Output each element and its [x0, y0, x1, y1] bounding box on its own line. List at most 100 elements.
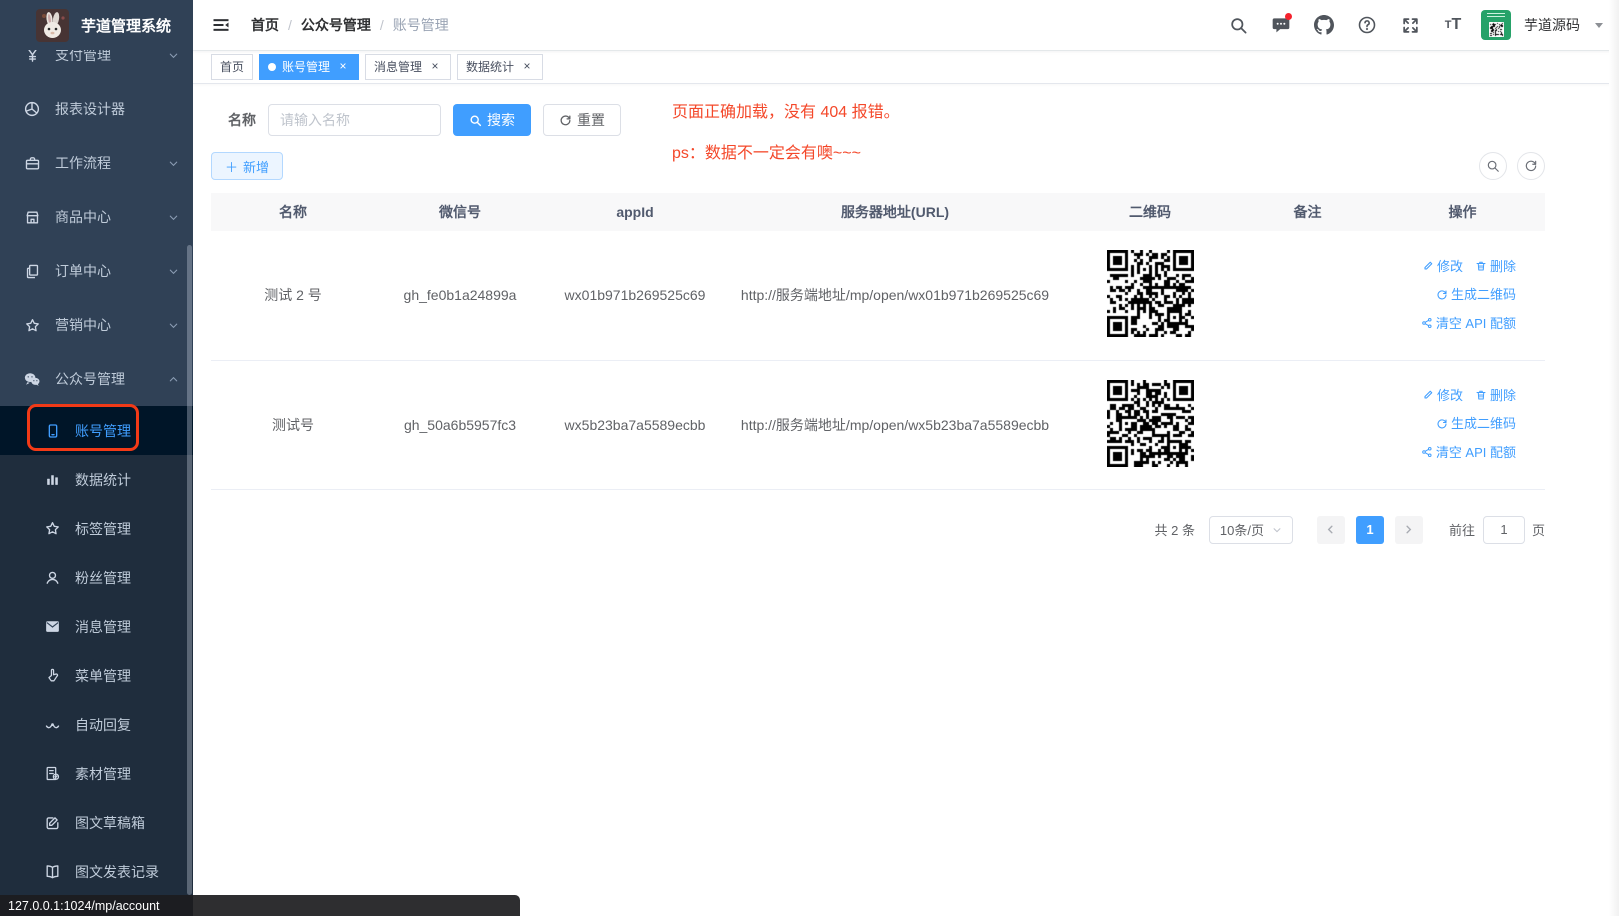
goto-page-input[interactable] [1483, 516, 1525, 544]
record-icon [44, 863, 61, 880]
page-suffix: 页 [1532, 520, 1545, 539]
breadcrumb-item-2: 账号管理 [393, 15, 449, 35]
order-icon [23, 262, 41, 280]
phone-icon [44, 422, 61, 439]
chevron-down-icon [168, 266, 179, 277]
accounts-table: 名称微信号appId服务器地址(URL)二维码备注操作 测试 2 号gh_fe0… [211, 193, 1545, 490]
font-size-icon[interactable]: TT [1438, 10, 1468, 40]
cell-wechat-id: gh_50a6b5957fc3 [375, 360, 545, 489]
user-name[interactable]: 芋道源码 [1524, 15, 1580, 35]
submenu-item-8[interactable]: 图文草稿箱 [0, 798, 193, 847]
message-icon[interactable] [1266, 10, 1296, 40]
delete-link[interactable]: 删除 [1475, 253, 1516, 280]
cell-app-id: wx5b23ba7a5589ecbb [545, 360, 725, 489]
name-search-input[interactable] [268, 104, 441, 136]
collapse-sidebar-icon[interactable] [211, 14, 233, 36]
search-button[interactable]: 搜索 [453, 104, 531, 136]
tab-1[interactable]: 账号管理× [259, 54, 359, 80]
breadcrumb-separator: / [288, 17, 292, 33]
submenu-item-7[interactable]: 素材管理 [0, 749, 193, 798]
reset-button[interactable]: 重置 [543, 104, 621, 136]
sidebar-item-5[interactable]: 营销中心 [0, 298, 193, 352]
table-header-6: 操作 [1380, 193, 1545, 231]
help-icon[interactable] [1352, 10, 1382, 40]
close-tab-icon[interactable]: × [428, 60, 442, 74]
sidebar-menu: 支付管理报表设计器工作流程商品中心订单中心营销中心公众号管理账号管理数据统计标签… [0, 28, 193, 916]
notification-badge [1285, 13, 1292, 20]
close-tab-icon[interactable]: × [336, 60, 350, 74]
breadcrumb: 首页/公众号管理/账号管理 [251, 15, 449, 35]
toggle-search-icon[interactable] [1479, 152, 1507, 180]
tab-0[interactable]: 首页 [211, 54, 253, 80]
submenu-item-3[interactable]: 粉丝管理 [0, 553, 193, 602]
cell-remark [1235, 360, 1380, 489]
delete-link[interactable]: 删除 [1475, 382, 1516, 409]
submenu-item-label: 粉丝管理 [75, 568, 131, 588]
submenu-item-label: 标签管理 [75, 519, 131, 539]
navbar: 首页/公众号管理/账号管理 [193, 0, 1619, 50]
bar-chart-icon [44, 471, 61, 488]
tab-3[interactable]: 数据统计× [457, 54, 543, 80]
prev-page-button[interactable] [1317, 516, 1345, 544]
edit-link[interactable]: 修改 [1422, 382, 1463, 409]
close-tab-icon[interactable]: × [520, 60, 534, 74]
table-toolbar: ＋ 新增 [211, 152, 1545, 180]
clear-api-quota-link[interactable]: 清空 API 配额 [1421, 310, 1516, 337]
page-scrollbar[interactable] [1609, 0, 1619, 916]
next-page-button[interactable] [1395, 516, 1423, 544]
submenu-item-6[interactable]: 自动回复 [0, 700, 193, 749]
active-tab-dot [268, 63, 276, 71]
search-icon[interactable] [1223, 10, 1253, 40]
logo[interactable]: 芋道管理系统 [0, 0, 193, 50]
sidebar-item-2[interactable]: 工作流程 [0, 136, 193, 190]
sidebar-item-3[interactable]: 商品中心 [0, 190, 193, 244]
user-menu-caret-icon[interactable] [1595, 23, 1603, 28]
breadcrumb-item-0[interactable]: 首页 [251, 15, 279, 35]
sidebar-item-6[interactable]: 公众号管理 [0, 352, 193, 406]
submenu-item-2[interactable]: 标签管理 [0, 504, 193, 553]
sidebar-scrollbar-thumb[interactable] [187, 245, 192, 895]
sidebar-item-1[interactable]: 报表设计器 [0, 82, 193, 136]
cell-name: 测试 2 号 [211, 231, 375, 360]
name-field-label: 名称 [228, 110, 256, 130]
github-icon[interactable] [1309, 10, 1339, 40]
qr-code-image [1107, 250, 1194, 337]
pie-chart-icon [23, 100, 41, 118]
generate-qr-link[interactable]: 生成二维码 [1436, 281, 1516, 308]
breadcrumb-item-1[interactable]: 公众号管理 [301, 15, 371, 35]
page-size-select[interactable]: 10条/页 [1209, 516, 1293, 544]
tab-label: 首页 [220, 55, 244, 79]
submenu-item-label: 图文草稿箱 [75, 813, 145, 833]
star-icon [23, 316, 41, 334]
clear-api-quota-link[interactable]: 清空 API 配额 [1421, 439, 1516, 466]
generate-qr-link[interactable]: 生成二维码 [1436, 410, 1516, 437]
submenu-item-9[interactable]: 图文发表记录 [0, 847, 193, 896]
goto-label: 前往 [1449, 520, 1475, 539]
logo-rabbit-avatar [36, 9, 69, 42]
cell-actions: 修改删除生成二维码清空 API 配额 [1380, 360, 1545, 489]
add-button[interactable]: ＋ 新增 [211, 152, 283, 180]
sidebar-item-4[interactable]: 订单中心 [0, 244, 193, 298]
app-root: 芋道管理系统 支付管理报表设计器工作流程商品中心订单中心营销中心公众号管理账号管… [0, 0, 1619, 916]
submenu-item-label: 菜单管理 [75, 666, 131, 686]
refresh-table-icon[interactable] [1517, 152, 1545, 180]
reply-icon [44, 716, 61, 733]
fullscreen-icon[interactable] [1395, 10, 1425, 40]
sidebar-item-label: 工作流程 [55, 153, 111, 173]
user-avatar[interactable] [1481, 10, 1511, 40]
submenu-item-0[interactable]: 账号管理 [0, 406, 193, 455]
table-row: 测试 2 号gh_fe0b1a24899awx01b971b269525c69h… [211, 231, 1545, 360]
submenu-item-1[interactable]: 数据统计 [0, 455, 193, 504]
wechat-submenu: 账号管理数据统计标签管理粉丝管理消息管理菜单管理自动回复素材管理图文草稿箱图文发… [0, 406, 193, 916]
sidebar: 芋道管理系统 支付管理报表设计器工作流程商品中心订单中心营销中心公众号管理账号管… [0, 0, 193, 916]
submenu-item-4[interactable]: 消息管理 [0, 602, 193, 651]
tab-2[interactable]: 消息管理× [365, 54, 451, 80]
main-content: 名称 搜索 重置 页面正确加载，没有 404 报错。 ps：数据不一定会有噢~~… [193, 84, 1619, 916]
sidebar-item-label: 报表设计器 [55, 99, 125, 119]
edit-link[interactable]: 修改 [1422, 253, 1463, 280]
submenu-item-5[interactable]: 菜单管理 [0, 651, 193, 700]
page-1-button[interactable]: 1 [1356, 516, 1384, 544]
chevron-up-icon [168, 374, 179, 385]
cell-qr-code [1065, 231, 1235, 360]
navbar-actions: TT 芋道源码 [1223, 10, 1603, 40]
